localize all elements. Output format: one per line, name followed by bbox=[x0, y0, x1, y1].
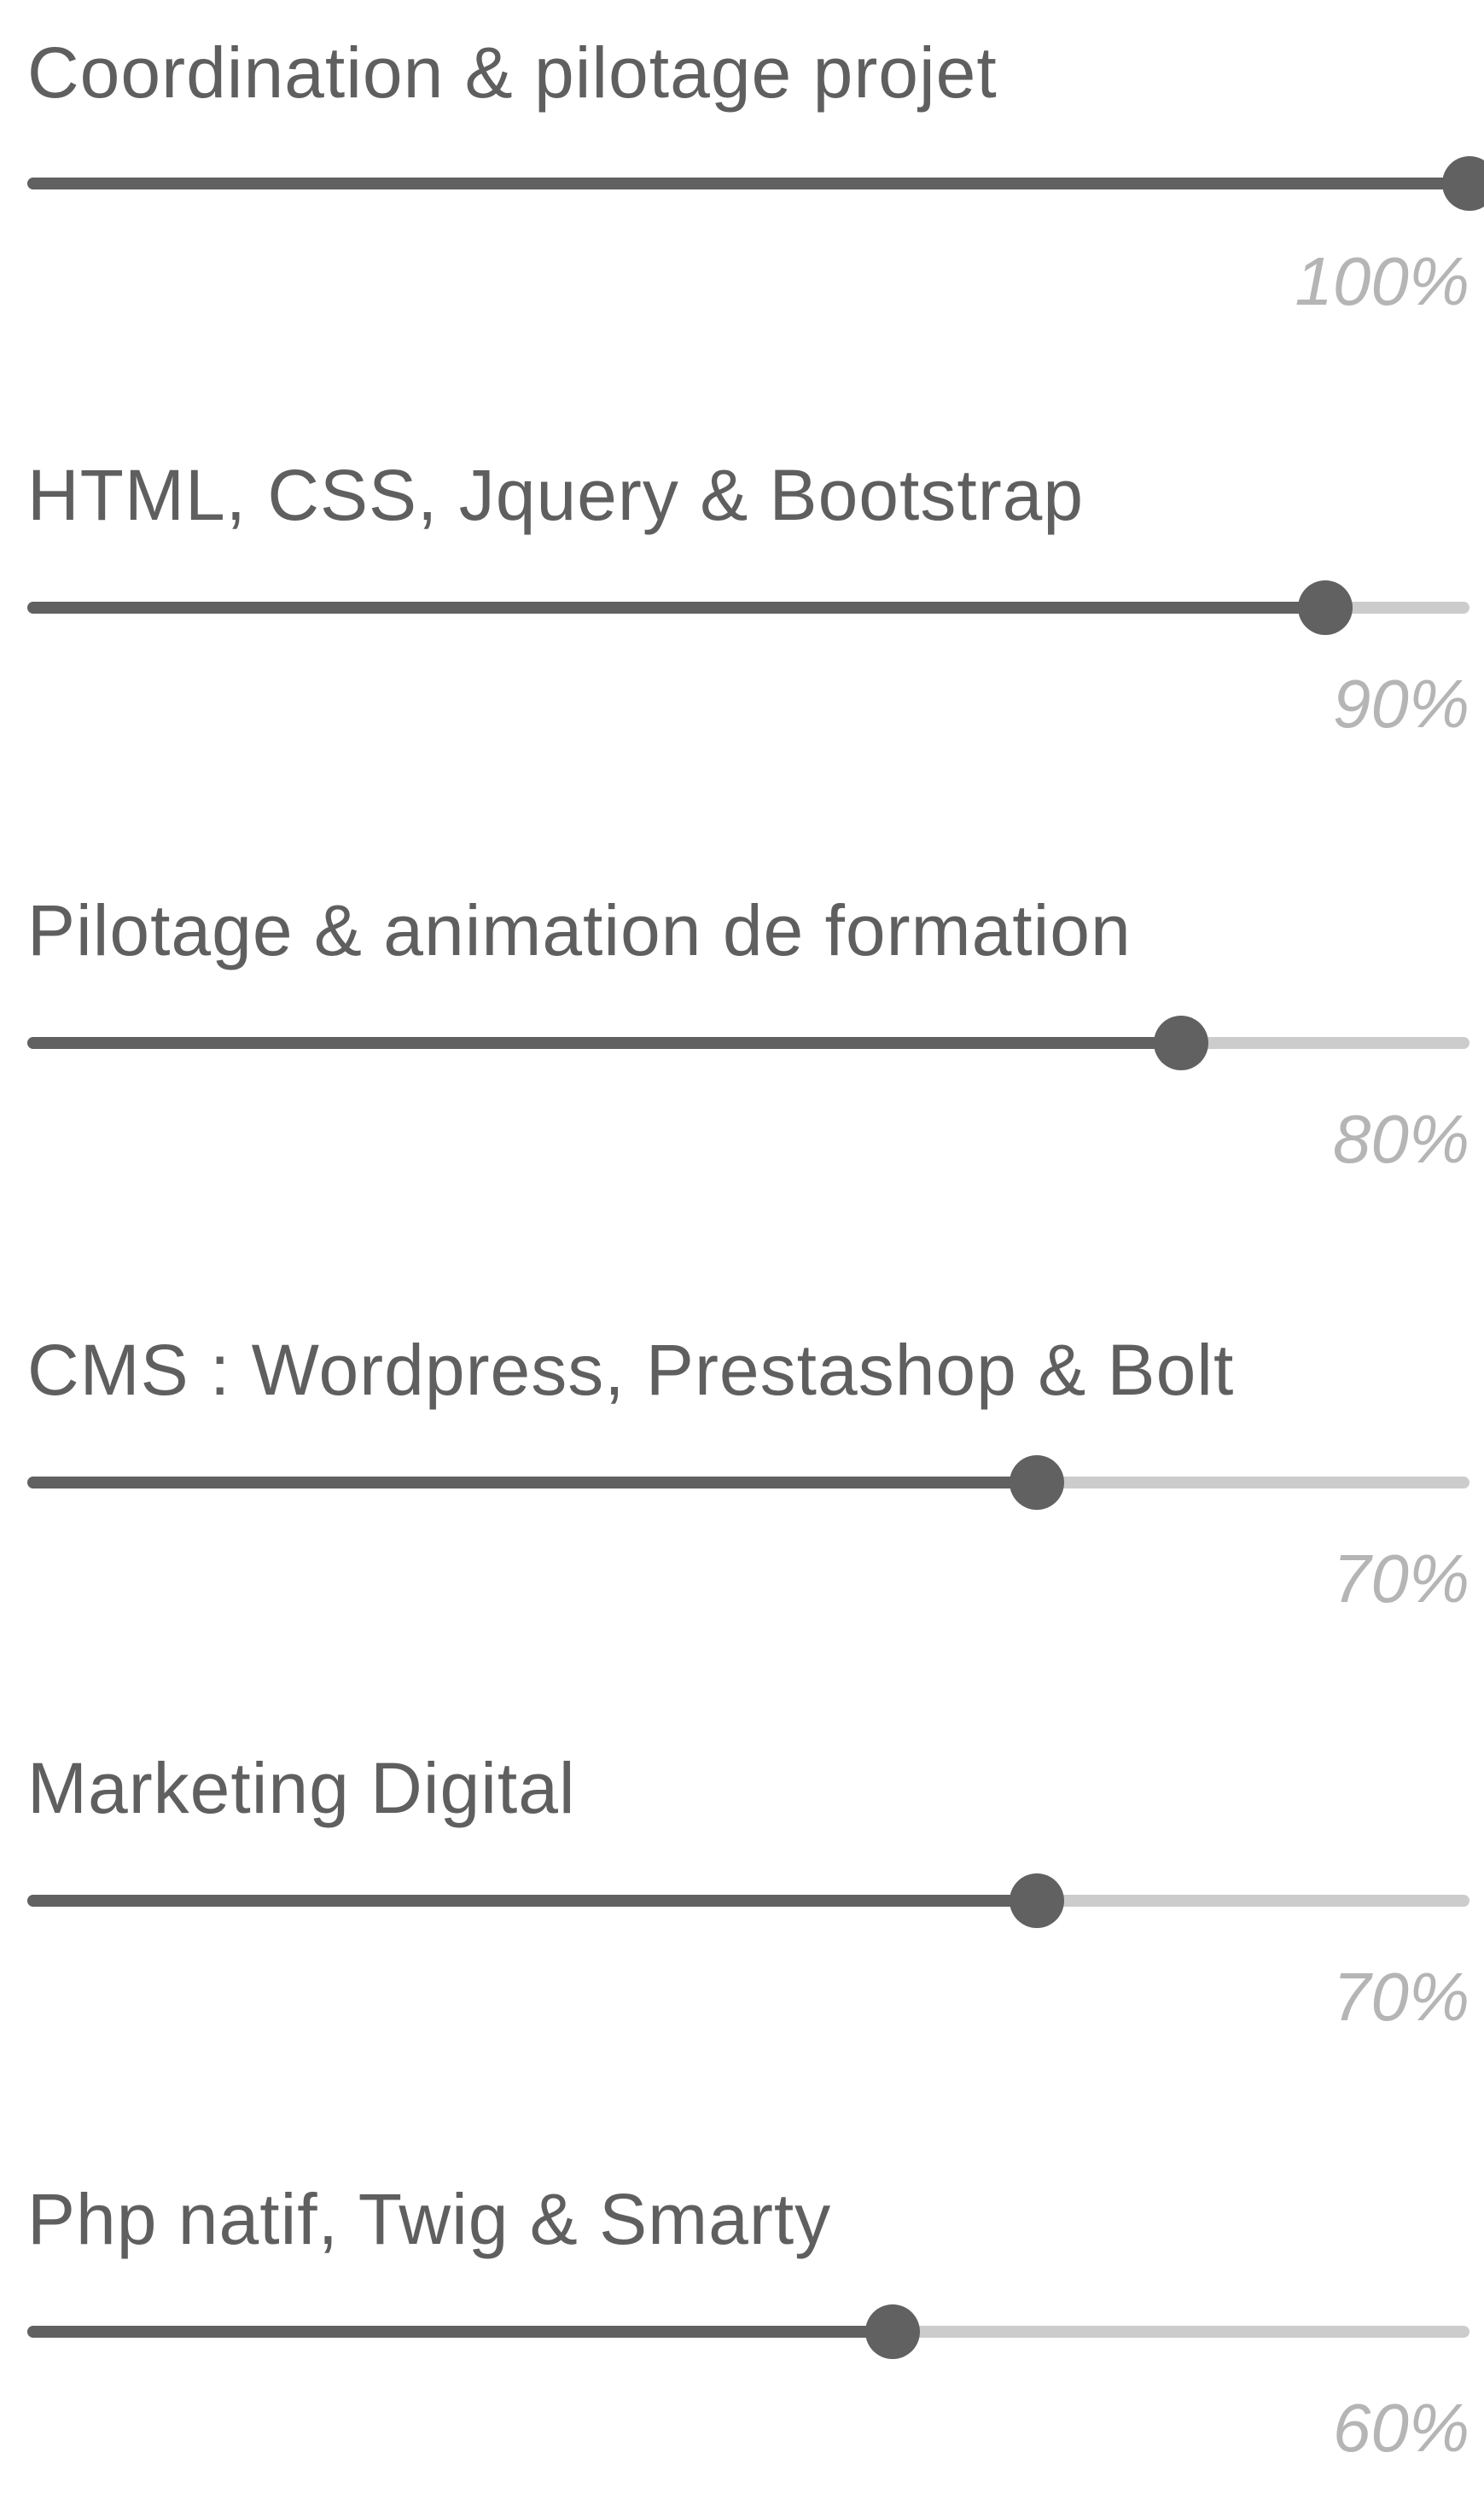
skill-coordination-pilotage: Coordination & pilotage projet 100% bbox=[0, 0, 1484, 358]
skill-slider-handle[interactable] bbox=[1298, 580, 1353, 635]
skill-php-twig-smarty: Php natif, Twig & Smarty 60% bbox=[0, 2147, 1484, 2505]
skill-slider-fill bbox=[27, 2326, 893, 2338]
skill-slider-fill bbox=[27, 602, 1325, 614]
skills-list: Coordination & pilotage projet 100% HTML… bbox=[0, 0, 1484, 2466]
skill-slider-track[interactable] bbox=[27, 1455, 1469, 1510]
skill-slider-handle[interactable] bbox=[865, 2304, 920, 2359]
skill-slider-fill bbox=[27, 1477, 1037, 1488]
skill-marketing-digital: Marketing Digital 70% bbox=[0, 1716, 1484, 2074]
skill-percent: 100% bbox=[1295, 243, 1469, 319]
skill-html-css-jquery-bootstrap: HTML, CSS, Jquery & Bootstrap 90% bbox=[0, 422, 1484, 781]
skill-slider-fill bbox=[27, 178, 1469, 189]
skill-label: Pilotage & animation de formation bbox=[27, 890, 1132, 970]
skill-label: Marketing Digital bbox=[27, 1748, 576, 1828]
skill-slider-track[interactable] bbox=[27, 2304, 1469, 2359]
skill-label: HTML, CSS, Jquery & Bootstrap bbox=[27, 455, 1085, 535]
skill-percent: 70% bbox=[1332, 1541, 1469, 1617]
skill-slider-fill bbox=[27, 1037, 1181, 1049]
skill-slider-fill bbox=[27, 1895, 1037, 1907]
skill-slider-track[interactable] bbox=[27, 1873, 1469, 1928]
skill-percent: 70% bbox=[1332, 1959, 1469, 2035]
skill-percent: 60% bbox=[1332, 2390, 1469, 2466]
skill-pilotage-animation-formation: Pilotage & animation de formation 80% bbox=[0, 858, 1484, 1216]
skill-label: Php natif, Twig & Smarty bbox=[27, 2179, 832, 2259]
skill-percent: 80% bbox=[1332, 1101, 1469, 1177]
skill-slider-track[interactable] bbox=[27, 580, 1469, 635]
skill-slider-handle[interactable] bbox=[1010, 1873, 1064, 1928]
skill-label: CMS : Wordpress, Prestashop & Bolt bbox=[27, 1330, 1235, 1410]
skill-cms: CMS : Wordpress, Prestashop & Bolt 70% bbox=[0, 1297, 1484, 1656]
skill-percent: 90% bbox=[1332, 666, 1469, 742]
skill-label: Coordination & pilotage projet bbox=[27, 32, 998, 113]
skill-slider-handle[interactable] bbox=[1010, 1455, 1064, 1510]
skill-slider-track[interactable] bbox=[27, 1016, 1469, 1070]
skill-slider-handle[interactable] bbox=[1442, 156, 1484, 211]
skill-slider-track[interactable] bbox=[27, 156, 1484, 211]
skill-slider-handle[interactable] bbox=[1154, 1016, 1208, 1070]
